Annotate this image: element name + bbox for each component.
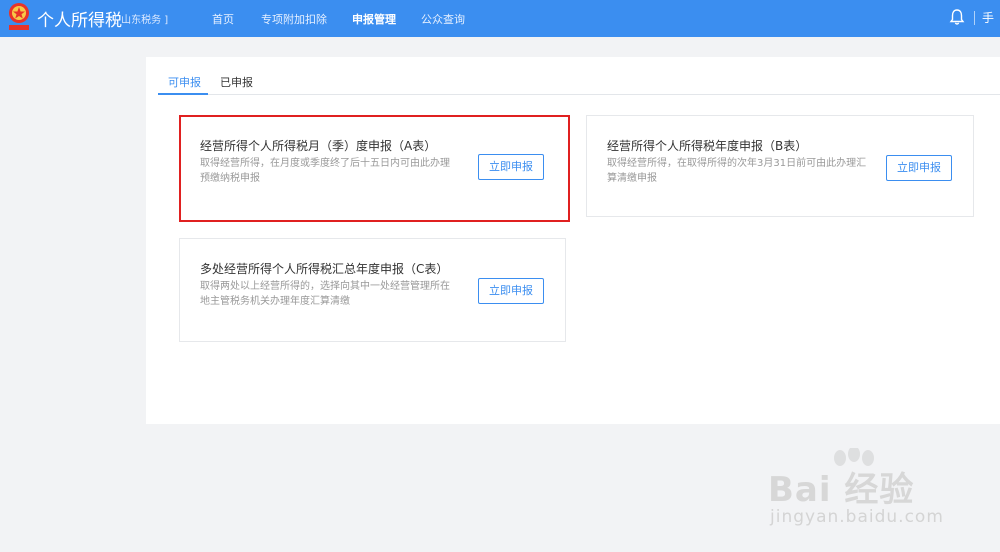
nav-special-deduction[interactable]: 专项附加扣除 xyxy=(261,11,327,27)
nav-public-inquiry[interactable]: 公众查询 xyxy=(421,11,465,27)
user-menu[interactable]: 手 xyxy=(982,9,994,26)
filing-card-a: 经营所得个人所得税月（季）度申报（A表） 取得经营所得，在月度或季度终了后十五日… xyxy=(179,115,569,222)
top-navigation-bar: 个人所得税 [ 山东税务 ] 首页 专项附加扣除 申报管理 公众查询 手 xyxy=(0,0,1000,37)
tab-filed[interactable]: 已申报 xyxy=(220,74,253,90)
filing-card-c: 多处经营所得个人所得税汇总年度申报（C表） 取得两处以上经营所得的，选择向其中一… xyxy=(179,238,566,342)
card-description-line1: 取得两处以上经营所得的，选择向其中一处经营管理所在 xyxy=(200,281,450,292)
card-description-line1: 取得经营所得，在取得所得的次年3月31日前可由此办理汇 xyxy=(607,158,867,169)
header-divider xyxy=(974,11,975,25)
card-title: 多处经营所得个人所得税汇总年度申报（C表） xyxy=(200,262,449,276)
tab-available[interactable]: 可申报 xyxy=(168,74,201,90)
active-tab-indicator xyxy=(158,93,208,95)
tab-bar: 可申报 已申报 xyxy=(158,67,1000,95)
card-description-line2: 地主管税务机关办理年度汇算清缴 xyxy=(200,296,350,307)
card-description-line1: 取得经营所得，在月度或季度终了后十五日内可由此办理 xyxy=(200,158,450,169)
watermark-url: jingyan.baidu.com xyxy=(770,507,944,527)
file-now-button-a[interactable]: 立即申报 xyxy=(478,154,544,180)
card-description-line2: 预缴纳税申报 xyxy=(200,173,260,184)
bell-icon[interactable] xyxy=(948,8,966,26)
app-title[interactable]: 个人所得税 xyxy=(37,6,122,31)
file-now-button-c[interactable]: 立即申报 xyxy=(478,278,544,304)
card-title: 经营所得个人所得税年度申报（B表） xyxy=(607,139,808,153)
nav-filing-management[interactable]: 申报管理 xyxy=(352,11,396,27)
region-label: [ 山东税务 ] xyxy=(114,15,169,26)
filing-card-b: 经营所得个人所得税年度申报（B表） 取得经营所得，在取得所得的次年3月31日前可… xyxy=(586,115,974,217)
card-description-line2: 算清缴申报 xyxy=(607,173,657,184)
tax-emblem-icon xyxy=(9,3,29,30)
nav-home[interactable]: 首页 xyxy=(212,11,234,27)
file-now-button-b[interactable]: 立即申报 xyxy=(886,155,952,181)
card-title: 经营所得个人所得税月（季）度申报（A表） xyxy=(200,139,437,153)
watermark-brand: Bai 经验 xyxy=(768,470,915,510)
